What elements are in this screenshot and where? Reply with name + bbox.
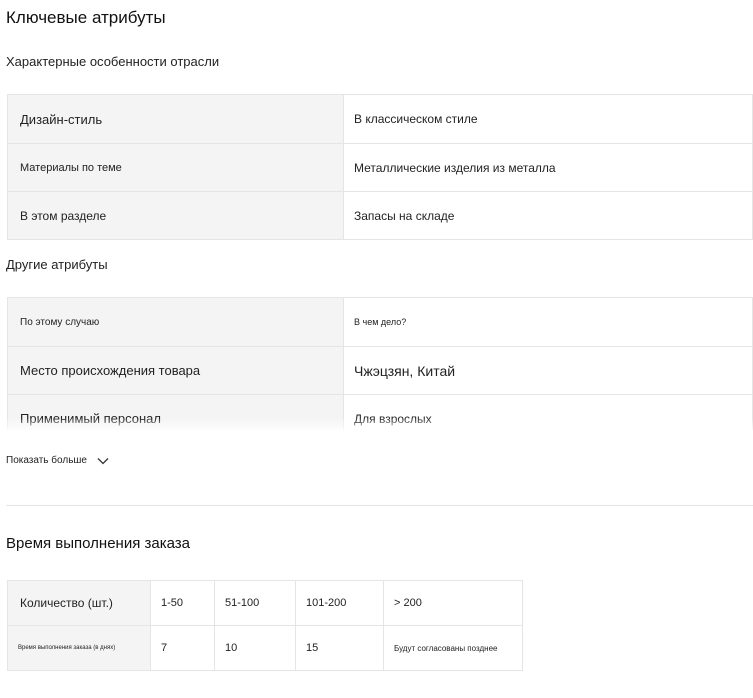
attribute-value: Металлические изделия из металла (343, 143, 753, 192)
table-row: Место происхождения товара Чжэцзян, Кита… (7, 346, 753, 395)
industry-attributes-table: Дизайн-стиль В классическом стиле Матери… (7, 94, 753, 240)
quantity-cell: 1-50 (150, 580, 215, 626)
quantity-cell: > 200 (383, 580, 523, 626)
attribute-label: Место происхождения товара (7, 346, 344, 395)
table-row: Применимый персонал Для взрослых (7, 394, 753, 431)
table-row: В этом разделе Запасы на складе (7, 191, 753, 240)
attribute-label: По этому случаю (7, 297, 344, 347)
quantity-cell: 51-100 (214, 580, 296, 626)
lead-time-cell: 7 (150, 625, 215, 671)
lead-time-table: Количество (шт.) 1-50 51-100 101-200 > 2… (7, 580, 523, 671)
section-divider (6, 505, 753, 506)
quantity-header: Количество (шт.) (7, 580, 151, 626)
attribute-label: Применимый персонал (7, 394, 344, 431)
other-attributes-container: По этому случаю В чем дело? Место происх… (7, 297, 753, 431)
other-attributes-subtitle: Другие атрибуты (6, 257, 108, 272)
chevron-down-icon (97, 457, 109, 464)
table-row: Количество (шт.) 1-50 51-100 101-200 > 2… (7, 580, 523, 626)
lead-time-cell: 15 (295, 625, 384, 671)
attribute-label: В этом разделе (7, 191, 344, 240)
attribute-value: Чжэцзян, Китай (343, 346, 753, 395)
table-row: Время выполнения заказа (в днях) 7 10 15… (7, 625, 523, 671)
industry-attributes-subtitle: Характерные особенности отрасли (6, 54, 220, 69)
attribute-value: В чем дело? (343, 297, 753, 347)
attribute-value: В классическом стиле (343, 94, 753, 144)
show-more-button[interactable]: Показать больше (6, 455, 109, 466)
show-more-label: Показать больше (6, 455, 87, 466)
quantity-cell: 101-200 (295, 580, 384, 626)
lead-time-header: Время выполнения заказа (в днях) (7, 625, 151, 671)
table-row: Дизайн-стиль В классическом стиле (7, 94, 753, 144)
attribute-label: Материалы по теме (7, 143, 344, 192)
lead-time-cell: Будут согласованы позднее (383, 625, 523, 671)
lead-time-title: Время выполнения заказа (6, 535, 191, 552)
lead-time-cell: 10 (214, 625, 296, 671)
key-attributes-title: Ключевые атрибуты (6, 8, 166, 27)
table-row: Материалы по теме Металлические изделия … (7, 143, 753, 192)
attribute-label: Дизайн-стиль (7, 94, 344, 144)
attribute-value: Запасы на складе (343, 191, 753, 240)
attribute-value: Для взрослых (343, 394, 753, 431)
table-row: По этому случаю В чем дело? (7, 297, 753, 347)
other-attributes-table: По этому случаю В чем дело? Место происх… (7, 297, 753, 431)
